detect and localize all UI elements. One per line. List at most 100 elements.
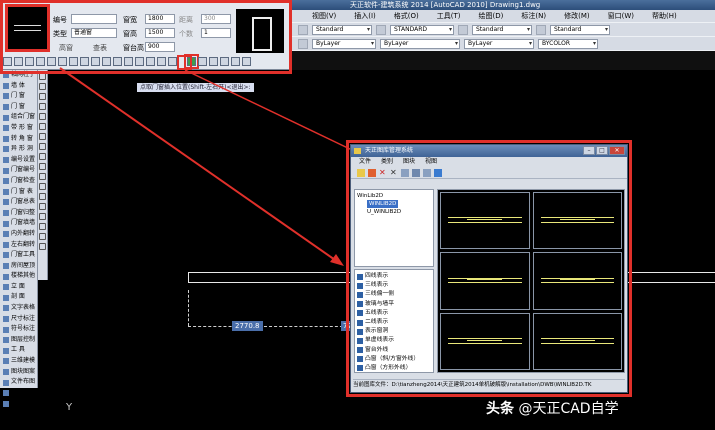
text-style-icon[interactable] — [298, 24, 308, 35]
delete-icon[interactable]: ✕ — [379, 168, 387, 177]
hatch-icon[interactable] — [39, 203, 46, 210]
mtext-icon[interactable] — [39, 243, 46, 250]
spline-icon[interactable] — [39, 143, 46, 150]
dim-style-combo[interactable]: STANDARD — [390, 24, 454, 35]
rectangle-icon[interactable] — [39, 103, 46, 110]
palette-item[interactable]: 房间屋顶 — [0, 261, 37, 272]
type-list-item[interactable]: 窗台外线 — [357, 346, 431, 355]
ellipse-icon[interactable] — [39, 153, 46, 160]
palette-item[interactable]: 编号设置 — [0, 155, 37, 166]
menu-help[interactable]: 帮助(H) — [652, 10, 677, 22]
palette-item[interactable]: 门窗工具 — [0, 250, 37, 261]
type-list-item[interactable]: 玻璃与墙平 — [357, 300, 431, 309]
palette-item[interactable]: 剖 面 — [0, 292, 37, 303]
color-combo[interactable]: ByLayer — [312, 38, 376, 49]
thumbnail[interactable] — [532, 252, 622, 310]
thumbnail[interactable] — [440, 192, 530, 250]
menu-view[interactable]: 视图(V) — [312, 10, 336, 22]
palette-item[interactable]: 门窗编号 — [0, 165, 37, 176]
checkbox-icon[interactable] — [357, 337, 363, 344]
type-list-item[interactable]: 三线表示 — [357, 281, 431, 290]
warning-icon[interactable] — [368, 168, 376, 177]
text-style-combo[interactable]: Standard — [312, 24, 372, 35]
menu-window[interactable]: 窗口(W) — [608, 10, 634, 22]
type-list-item[interactable]: 四线表示 — [357, 272, 431, 281]
color-icon[interactable] — [298, 38, 308, 49]
palette-item[interactable]: 转 角 窗 — [0, 134, 37, 145]
palette-item[interactable]: 图层控制 — [0, 335, 37, 346]
palette-item[interactable]: 异 形 洞 — [0, 144, 37, 155]
mleader-style-combo[interactable]: Standard — [550, 24, 610, 35]
view-mode-icon[interactable] — [401, 168, 409, 177]
palette-item[interactable]: 其 它 — [0, 388, 37, 399]
lib-menu-view[interactable]: 视图 — [425, 157, 437, 167]
thumbnail[interactable] — [440, 252, 530, 310]
palette-item[interactable]: 组合门窗 — [0, 112, 37, 123]
polygon-icon[interactable] — [39, 93, 46, 100]
palette-item[interactable]: 门 窗 — [0, 102, 37, 113]
gradient-icon[interactable] — [39, 213, 46, 220]
lineweight-combo[interactable]: ByLayer — [464, 38, 534, 49]
type-list-item[interactable]: 表示窗洞 — [357, 327, 431, 336]
palette-item[interactable]: 立 面 — [0, 282, 37, 293]
menu-format[interactable]: 格式(O) — [394, 10, 419, 22]
menu-draw[interactable]: 绘图(D) — [479, 10, 504, 22]
palette-item[interactable]: 尺寸标注 — [0, 314, 37, 325]
palette-item[interactable]: 门 窗 — [0, 91, 37, 102]
circle-icon[interactable] — [39, 123, 46, 130]
plot-style-combo[interactable]: BYCOLOR — [538, 38, 598, 49]
close-icon[interactable]: ✕ — [609, 146, 625, 155]
palette-item[interactable]: 墙 体 — [0, 81, 37, 92]
palette-item[interactable]: 三维建模 — [0, 356, 37, 367]
refresh-icon[interactable] — [434, 168, 442, 177]
table-style-icon[interactable] — [458, 24, 468, 35]
checkbox-icon[interactable] — [357, 347, 363, 354]
checkbox-icon[interactable] — [357, 365, 363, 372]
thumbnail[interactable] — [532, 312, 622, 370]
linetype-combo[interactable]: ByLayer — [380, 38, 460, 49]
mleader-style-icon[interactable] — [536, 24, 546, 35]
palette-item[interactable]: 门 窗 表 — [0, 187, 37, 198]
menu-tools[interactable]: 工具(T) — [437, 10, 461, 22]
table-icon[interactable] — [39, 233, 46, 240]
checkbox-icon[interactable] — [357, 356, 363, 363]
lib-menu-category[interactable]: 类别 — [381, 157, 393, 167]
cut-icon[interactable]: ✕ — [390, 168, 398, 177]
checkbox-icon[interactable] — [357, 310, 363, 317]
type-list-item[interactable]: 五线表示 — [357, 309, 431, 318]
palette-item[interactable]: 文字表格 — [0, 303, 37, 314]
palette-item[interactable]: 带 形 窗 — [0, 123, 37, 134]
menu-dimension[interactable]: 标注(N) — [521, 10, 546, 22]
palette-item[interactable]: 门窗归整 — [0, 208, 37, 219]
type-list-item[interactable]: 三线偏一侧 — [357, 290, 431, 299]
insert-block-icon[interactable] — [39, 173, 46, 180]
thumbnail[interactable] — [440, 312, 530, 370]
palette-item[interactable]: 文件布图 — [0, 377, 37, 388]
library-title-bar[interactable]: 天正图库管理系统 – □ ✕ — [351, 145, 627, 157]
checkbox-icon[interactable] — [357, 319, 363, 326]
type-list-item[interactable]: 单虚线表示 — [357, 336, 431, 345]
ellipse-arc-icon[interactable] — [39, 163, 46, 170]
revcloud-icon[interactable] — [39, 133, 46, 140]
palette-item[interactable]: 楼梯其他 — [0, 271, 37, 282]
checkbox-icon[interactable] — [357, 328, 363, 335]
sort-icon[interactable] — [423, 168, 431, 177]
dimension-input[interactable]: 2770.8 — [232, 321, 263, 331]
open-icon[interactable] — [357, 168, 365, 177]
palette-item[interactable]: 左右翻转 — [0, 240, 37, 251]
region-icon[interactable] — [39, 223, 46, 230]
lib-menu-block[interactable]: 图块 — [403, 157, 415, 167]
maximize-icon[interactable]: □ — [596, 146, 608, 155]
arc-tool-icon[interactable] — [39, 113, 46, 120]
palette-item[interactable]: 符号标注 — [0, 324, 37, 335]
point-icon[interactable] — [39, 193, 46, 200]
lib-menu-file[interactable]: 文件 — [359, 157, 371, 167]
palette-item[interactable]: 图块图案 — [0, 367, 37, 378]
make-block-icon[interactable] — [39, 183, 46, 190]
line-icon[interactable] — [39, 73, 46, 80]
palette-item[interactable]: 门窗检查 — [0, 176, 37, 187]
thumbnail[interactable] — [532, 192, 622, 250]
type-list-item[interactable]: 凸窗（斜/方窗外线） — [357, 355, 431, 364]
checkbox-icon[interactable] — [357, 301, 363, 308]
checkbox-icon[interactable] — [357, 282, 363, 289]
